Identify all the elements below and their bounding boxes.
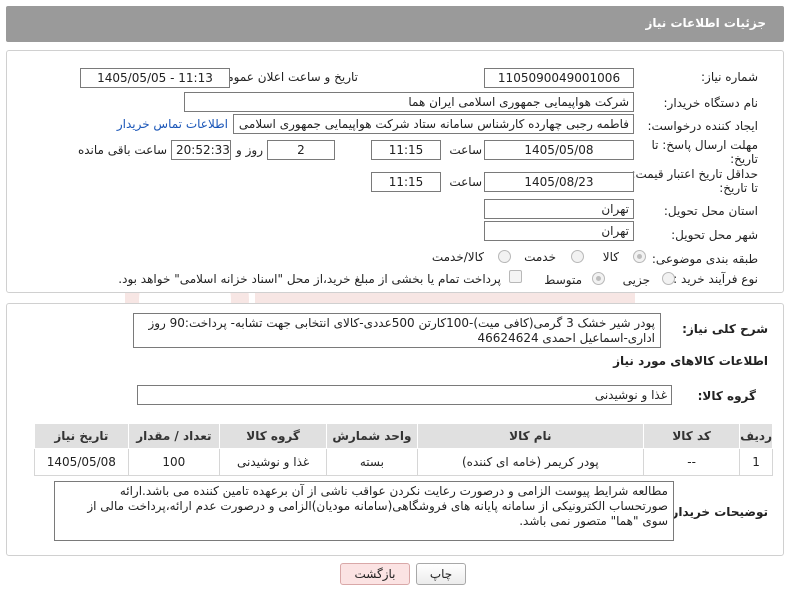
goods-group-label: گروه کالا: — [697, 389, 756, 403]
goods-group-field: غذا و نوشیدنی — [137, 385, 672, 405]
delivery-city-label: شهر محل تحویل: — [671, 228, 758, 242]
buyer-org-label: نام دستگاه خریدار: — [663, 96, 759, 110]
process-minor-radio[interactable] — [662, 272, 675, 285]
treasury-payment-note: پرداخت تمام یا بخشی از مبلغ خرید،از محل … — [118, 272, 501, 286]
remaining-days-field: 2 — [267, 140, 335, 160]
cell-need-date: 1405/05/08 — [34, 448, 129, 476]
cell-row-number: 1 — [739, 448, 773, 476]
delivery-province-label: استان محل تحویل: — [663, 204, 758, 218]
category-label: طبقه بندی موضوعی: — [651, 252, 758, 266]
buyer-notes-label: توضیحات خریدار: — [666, 505, 768, 519]
goods-info-title: اطلاعات کالاهای مورد نیاز — [613, 354, 768, 368]
need-number-field: 1105090049001006 — [484, 68, 634, 88]
need-summary-text: پودر شیر خشک 3 گرمی(کافی میت)-100کارتن 5… — [133, 313, 661, 348]
price-validity-time-field: 11:15 — [371, 172, 441, 192]
reply-deadline-time-label: ساعت — [449, 143, 482, 157]
process-type-label: نوع فرآیند خرید : — [673, 272, 758, 286]
cell-unit: بسته — [326, 448, 418, 476]
category-goods-service-radio[interactable] — [498, 250, 511, 263]
reply-deadline-time-field: 11:15 — [371, 140, 441, 160]
remaining-days-label: روز و — [236, 143, 263, 157]
process-medium-label: متوسط — [544, 273, 582, 287]
remaining-time-field: 20:52:33 — [171, 140, 231, 160]
category-goods-service-label: کالا/خدمت — [431, 250, 484, 264]
treasury-payment-checkbox[interactable] — [509, 270, 522, 283]
delivery-city-field: تهران — [484, 221, 634, 241]
price-validity-date-field: 1405/08/23 — [484, 172, 634, 192]
cell-item-group: غذا و نوشیدنی — [218, 448, 328, 476]
reply-deadline-label-line2: تاریخ: — [730, 152, 758, 166]
column-header-need-date: تاریخ نیاز — [34, 423, 129, 449]
column-header-item-group: گروه کالا — [218, 423, 328, 449]
delivery-province-field: تهران — [484, 199, 634, 219]
column-header-quantity: تعداد / مقدار — [127, 423, 221, 449]
print-button[interactable]: چاپ — [416, 563, 466, 585]
process-medium-radio[interactable] — [592, 272, 605, 285]
cell-quantity: 100 — [127, 448, 221, 476]
buyer-notes-text: مطالعه شرایط پیوست الزامی و درصورت رعایت… — [54, 481, 674, 541]
cell-item-code: -- — [643, 448, 741, 476]
requester-label: ایجاد کننده درخواست: — [647, 119, 758, 133]
goods-table-header-row: ردیف کد کالا نام کالا واحد شمارش گروه کا… — [34, 423, 773, 449]
price-validity-label-line1: حداقل تاریخ اعتبار قیمت: — [631, 167, 758, 181]
announce-datetime-label: تاریخ و ساعت اعلان عمومی: — [213, 70, 358, 84]
need-number-label: شماره نیاز: — [701, 70, 758, 84]
process-minor-label: جزیی — [622, 273, 650, 287]
need-summary-label: شرح کلی نیاز: — [682, 322, 768, 336]
column-header-unit: واحد شمارش — [326, 423, 418, 449]
goods-table: ردیف کد کالا نام کالا واحد شمارش گروه کا… — [34, 423, 773, 476]
page-title: جزئیات اطلاعات نیاز — [645, 16, 766, 30]
requester-field: فاطمه رجبی چهارده کارشناس سامانه ستاد شر… — [233, 114, 634, 134]
price-validity-label-line2: تا تاریخ: — [719, 181, 758, 195]
back-button[interactable]: بازگشت — [340, 563, 410, 585]
remaining-time-label: ساعت باقی مانده — [77, 143, 167, 157]
table-row: 1 -- پودر کریمر (خامه ای کننده) بسته غذا… — [34, 448, 773, 476]
price-validity-time-label: ساعت — [449, 175, 482, 189]
buyer-org-field: شرکت هواپیمایی جمهوری اسلامی ایران هما — [184, 92, 634, 112]
buyer-contact-link[interactable]: اطلاعات تماس خریدار — [117, 117, 228, 131]
cell-item-name: پودر کریمر (خامه ای کننده) — [416, 448, 645, 476]
reply-deadline-date-field: 1405/05/08 — [484, 140, 634, 160]
category-goods-radio[interactable] — [633, 250, 646, 263]
category-goods-label: کالا — [602, 250, 619, 264]
column-header-item-code: کد کالا — [643, 423, 741, 449]
page-header: جزئیات اطلاعات نیاز — [6, 6, 784, 42]
column-header-item-name: نام کالا — [416, 423, 645, 449]
column-header-row-number: ردیف — [739, 423, 773, 449]
announce-datetime-field: 1405/05/05 - 11:13 — [80, 68, 230, 88]
reply-deadline-label-line1: مهلت ارسال پاسخ: تا — [651, 138, 758, 152]
category-service-label: خدمت — [524, 250, 556, 264]
category-service-radio[interactable] — [571, 250, 584, 263]
